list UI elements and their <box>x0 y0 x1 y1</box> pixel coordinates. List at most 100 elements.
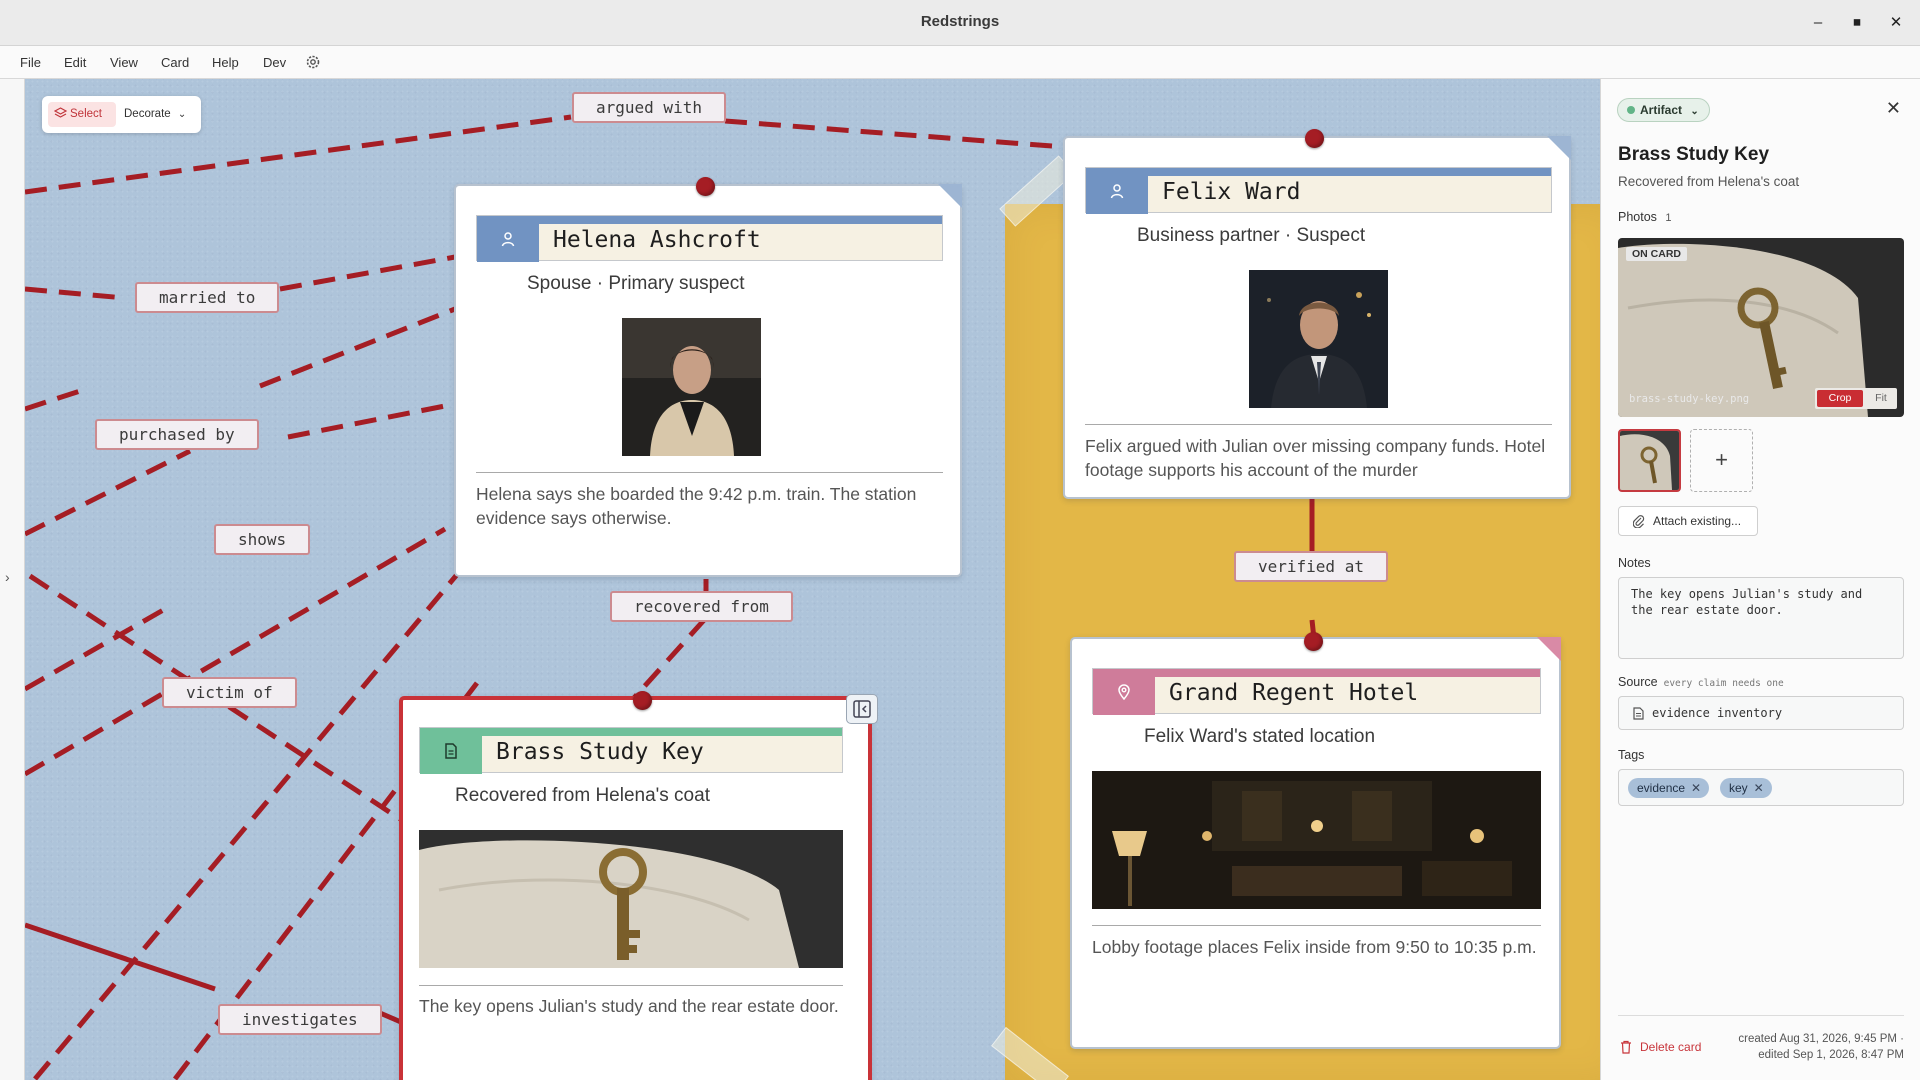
edge-label-married-to[interactable]: married to <box>135 282 280 313</box>
tag-label: key <box>1729 781 1748 795</box>
card-type-dropdown[interactable]: Artifact ⌄ <box>1617 98 1710 122</box>
fit-button[interactable]: Fit <box>1867 390 1895 407</box>
add-photo-button[interactable]: + <box>1690 429 1753 492</box>
source-value: evidence inventory <box>1652 706 1783 720</box>
string-edge[interactable] <box>25 286 126 301</box>
edge-label-recovered-from[interactable]: recovered from <box>610 591 793 622</box>
menu-dev[interactable]: Dev <box>263 55 286 70</box>
photos-label: Photos 1 <box>1618 210 1672 224</box>
source-hint: every claim needs one <box>1663 678 1784 689</box>
card-divider <box>419 985 843 986</box>
menu-card[interactable]: Card <box>161 55 189 70</box>
card-helena-ashcroft[interactable]: Helena Ashcroft Spouse · Primary suspect… <box>454 184 962 577</box>
menu-bar: File Edit View Card Help Dev <box>0 46 1920 79</box>
card-header: Helena Ashcroft <box>476 215 943 262</box>
card-title: Grand Regent Hotel <box>1169 680 1419 706</box>
card-header: Brass Study Key <box>419 727 843 774</box>
tag-chip[interactable]: evidence ✕ <box>1628 778 1710 798</box>
card-corner-fold <box>938 184 962 208</box>
photo-filename: brass-study-key.png <box>1629 393 1750 405</box>
string-edge[interactable] <box>279 254 456 292</box>
chevron-down-icon: ⌄ <box>177 109 187 120</box>
card-photo-key[interactable] <box>419 830 843 968</box>
card-description: Helena says she boarded the 9:42 p.m. tr… <box>476 484 917 528</box>
crop-button[interactable]: Crop <box>1817 390 1863 407</box>
left-sidebar-rail: › <box>0 79 25 1080</box>
string-edge[interactable] <box>25 388 81 412</box>
panel-subtitle[interactable]: Recovered from Helena's coat <box>1618 174 1799 189</box>
expand-sidebar-chevron-icon[interactable]: › <box>5 569 10 585</box>
photo-thumbnail[interactable] <box>1618 429 1681 492</box>
tag-chip[interactable]: key ✕ <box>1720 778 1772 798</box>
string-edge[interactable] <box>25 922 216 992</box>
card-metadata: created Aug 31, 2026, 9:45 PM · edited S… <box>1738 1031 1904 1063</box>
card-brass-study-key[interactable]: Brass Study Key Recovered from Helena's … <box>399 694 878 1080</box>
pin-icon[interactable] <box>696 177 715 196</box>
notes-textarea[interactable]: The key opens Julian's study and the rea… <box>1618 577 1904 659</box>
menu-edit[interactable]: Edit <box>64 55 86 70</box>
card-color-bar <box>420 728 842 736</box>
pin-icon[interactable] <box>1304 632 1323 651</box>
created-timestamp: created Aug 31, 2026, 9:45 PM · <box>1738 1033 1904 1045</box>
remove-tag-icon[interactable]: ✕ <box>1754 778 1764 798</box>
gear-icon[interactable] <box>304 53 322 71</box>
edge-label-purchased-by[interactable]: purchased by <box>95 419 259 450</box>
delete-card-button[interactable]: Delete card <box>1618 1040 1701 1054</box>
type-color-dot <box>1627 106 1635 114</box>
collapse-panel-button[interactable] <box>846 694 878 724</box>
source-label-text: Source <box>1618 675 1658 689</box>
select-mode-button[interactable]: Select <box>48 102 116 127</box>
card-type-label: Artifact <box>1640 103 1683 117</box>
edge-label-victim-of[interactable]: victim of <box>162 677 297 708</box>
card-divider <box>1092 925 1541 926</box>
edge-label-investigates[interactable]: investigates <box>218 1004 382 1035</box>
panel-divider <box>1618 1015 1904 1016</box>
card-title: Brass Study Key <box>496 739 704 765</box>
string-edge[interactable] <box>25 448 192 537</box>
paperclip-icon <box>1633 515 1645 528</box>
card-color-bar <box>477 216 942 224</box>
photos-label-text: Photos <box>1618 210 1657 224</box>
card-subtitle: Spouse · Primary suspect <box>527 273 745 294</box>
photo-preview[interactable]: ON CARD brass-study-key.png Crop Fit <box>1618 238 1904 417</box>
pin-icon[interactable] <box>633 691 652 710</box>
string-edge[interactable] <box>631 617 707 701</box>
string-edge[interactable] <box>259 306 456 389</box>
attach-existing-button[interactable]: Attach existing... <box>1618 506 1758 536</box>
remove-tag-icon[interactable]: ✕ <box>1691 778 1701 798</box>
card-divider <box>1085 424 1552 425</box>
minimize-icon[interactable]: – <box>1806 11 1830 35</box>
maximize-icon[interactable]: ◼ <box>1845 11 1869 35</box>
card-felix-ward[interactable]: Felix Ward Business partner · Suspect Fe… <box>1063 136 1571 499</box>
close-window-icon[interactable]: ✕ <box>1884 11 1908 35</box>
card-photo-portrait[interactable] <box>1249 270 1388 408</box>
close-panel-icon[interactable]: ✕ <box>1886 98 1901 119</box>
board-canvas[interactable]: Select Decorate ⌄ argued with married to… <box>25 79 1600 1080</box>
card-grand-regent-hotel[interactable]: Grand Regent Hotel Felix Ward's stated l… <box>1070 637 1561 1049</box>
menu-view[interactable]: View <box>110 55 138 70</box>
string-edge[interactable] <box>724 118 1053 149</box>
string-edge[interactable] <box>287 401 456 440</box>
card-header: Grand Regent Hotel <box>1092 668 1541 715</box>
inspector-panel: Artifact ⌄ ✕ Brass Study Key Recovered f… <box>1600 79 1920 1080</box>
edge-label-shows[interactable]: shows <box>214 524 311 555</box>
menu-file[interactable]: File <box>20 55 41 70</box>
menu-help[interactable]: Help <box>212 55 239 70</box>
edge-label-argued-with[interactable]: argued with <box>572 92 726 123</box>
tags-input[interactable]: evidence ✕ key ✕ <box>1618 769 1904 806</box>
notes-label: Notes <box>1618 556 1651 570</box>
pin-icon[interactable] <box>1305 129 1324 148</box>
card-description: The key opens Julian's study and the rea… <box>419 996 839 1016</box>
window-title: Redstrings <box>920 13 1000 30</box>
panel-title[interactable]: Brass Study Key <box>1618 144 1769 166</box>
source-field[interactable]: evidence inventory <box>1618 696 1904 730</box>
collapse-panel-icon <box>853 700 871 718</box>
card-title: Helena Ashcroft <box>553 227 761 253</box>
card-photo-hotel-lobby[interactable] <box>1092 771 1541 909</box>
edited-timestamp: edited Sep 1, 2026, 8:47 PM <box>1758 1049 1904 1061</box>
decorate-dropdown[interactable]: Decorate ⌄ <box>124 102 186 127</box>
person-icon <box>1086 168 1148 214</box>
card-photo-portrait[interactable] <box>622 318 761 456</box>
edge-label-verified-at[interactable]: verified at <box>1234 551 1388 582</box>
location-pin-icon <box>1093 669 1155 715</box>
